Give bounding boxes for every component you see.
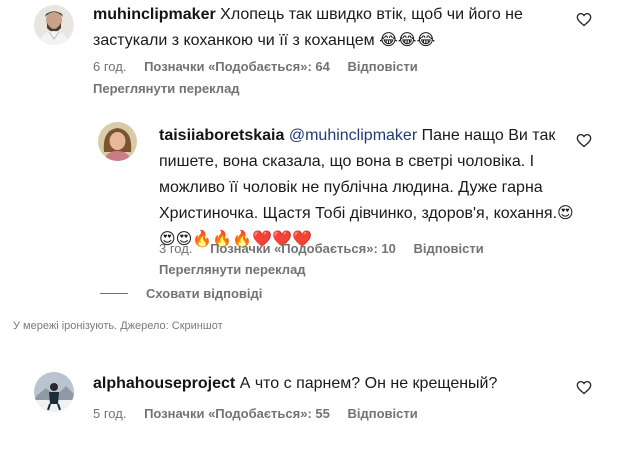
comment-time: 3 год. (159, 241, 193, 256)
comment-meta: 3 год. Позначки «Подобається»: 10 Відпов… (159, 241, 498, 256)
comment-username[interactable]: taisiiaboretskaia (159, 127, 284, 144)
comment-body: А что с парнем? Он не крещеный? (239, 375, 498, 392)
comments-panel: muhinclipmaker Хлопець так швидко втік, … (0, 0, 620, 310)
comment-username[interactable]: muhinclipmaker (93, 6, 216, 23)
avatar-muhinclipmaker[interactable] (34, 5, 74, 45)
reply-button[interactable]: Відповісти (347, 59, 417, 74)
heart-outline-icon (576, 12, 592, 27)
reply-button[interactable]: Відповісти (413, 241, 483, 256)
avatar-taisiiaboretskaia[interactable] (98, 122, 137, 161)
comment-username[interactable]: alphahouseproject (93, 375, 235, 392)
comment-time: 5 год. (93, 406, 127, 421)
likes-count-link[interactable]: Позначки «Подобається»: 55 (144, 406, 330, 421)
hide-replies-button[interactable]: Сховати відповіді (100, 286, 262, 301)
heart-outline-icon (576, 133, 592, 148)
heart-outline-icon (576, 380, 592, 395)
divider-line (100, 293, 128, 294)
avatar-alphahouseproject[interactable] (34, 372, 74, 412)
mention-link[interactable]: @muhinclipmaker (289, 127, 417, 144)
likes-count-link[interactable]: Позначки «Подобається»: 64 (144, 59, 330, 74)
like-button[interactable] (576, 380, 592, 400)
avatar-image (34, 5, 74, 45)
reply-button[interactable]: Відповісти (347, 406, 417, 421)
like-button[interactable] (576, 133, 592, 153)
avatar-image (34, 372, 74, 412)
see-translation-link[interactable]: Переглянути переклад (93, 81, 240, 96)
comment-time: 6 год. (93, 59, 127, 74)
like-button[interactable] (576, 12, 592, 32)
comment-alphahouseproject: alphahouseproject А что с парнем? Он не … (93, 371, 563, 397)
comment-taisiiaboretskaia: taisiiaboretskaia @muhinclipmaker Пане н… (159, 123, 579, 253)
hide-replies-label: Сховати відповіді (146, 286, 263, 301)
comment-muhinclipmaker: muhinclipmaker Хлопець так швидко втік, … (93, 2, 573, 54)
comment-meta: 5 год. Позначки «Подобається»: 55 Відпов… (93, 406, 432, 421)
see-translation-link[interactable]: Переглянути переклад (159, 262, 306, 277)
image-caption: У мережі іронізують. Джерело: Скриншот (13, 320, 223, 332)
comment-meta: 6 год. Позначки «Подобається»: 64 Відпов… (93, 59, 432, 74)
comment-body: Пане нащо Ви так пишете, вона сказала, щ… (159, 127, 574, 248)
avatar-image (98, 122, 137, 161)
likes-count-link[interactable]: Позначки «Подобається»: 10 (210, 241, 396, 256)
